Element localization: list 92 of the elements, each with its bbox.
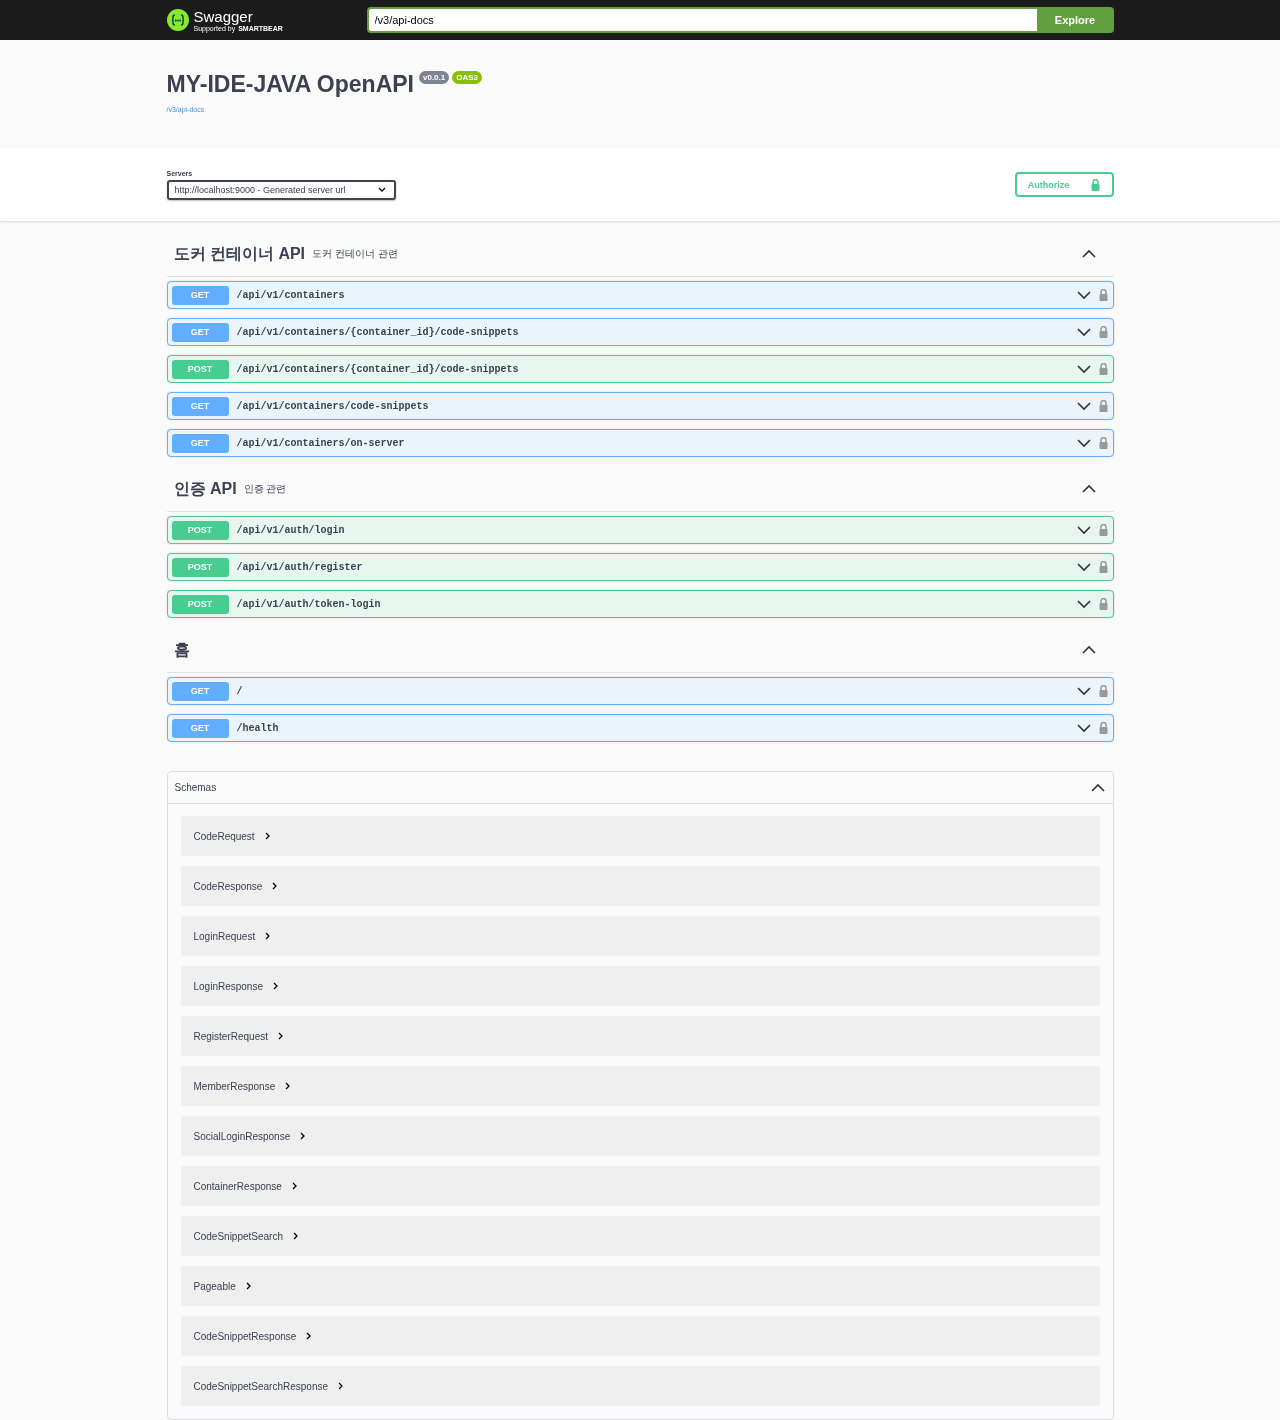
expand-icon[interactable] bbox=[1076, 525, 1091, 535]
operation-path: /api/v1/containers/on-server bbox=[236, 437, 406, 449]
collapse-icon[interactable] bbox=[1081, 249, 1096, 258]
operation-path: /api/v1/auth/login bbox=[236, 524, 346, 536]
chevron-right-icon bbox=[300, 1132, 306, 1140]
tag-title[interactable]: 도커 컨테이너 API bbox=[173, 244, 306, 263]
method-badge: GET bbox=[171, 396, 229, 416]
expand-icon[interactable] bbox=[1076, 290, 1091, 300]
schema-item[interactable]: CodeSnippetSearchResponse bbox=[180, 1366, 1100, 1406]
method-badge: POST bbox=[171, 520, 229, 540]
lock-icon[interactable] bbox=[1098, 400, 1108, 412]
api-title: MY-IDE-JAVA OpenAPI bbox=[166, 71, 414, 98]
expand-icon[interactable] bbox=[1076, 723, 1091, 733]
lock-icon[interactable] bbox=[1098, 289, 1108, 301]
expand-icon[interactable] bbox=[1076, 401, 1091, 411]
collapse-icon[interactable] bbox=[1081, 645, 1096, 654]
operation-row[interactable]: POST /api/v1/auth/login bbox=[166, 516, 1114, 544]
caret-icon bbox=[377, 187, 386, 192]
operation-path: /api/v1/auth/register bbox=[236, 561, 364, 573]
expand-icon[interactable] bbox=[1076, 364, 1091, 374]
lock-icon[interactable] bbox=[1098, 598, 1108, 610]
chevron-right-icon bbox=[245, 1282, 251, 1290]
method-badge: POST bbox=[171, 594, 229, 614]
logo-icon bbox=[166, 9, 189, 31]
schema-item[interactable]: SocialLoginResponse bbox=[180, 1116, 1100, 1156]
method-badge: GET bbox=[171, 322, 229, 342]
expand-icon[interactable] bbox=[1076, 438, 1091, 448]
lock-icon[interactable] bbox=[1098, 326, 1108, 338]
lock-icon[interactable] bbox=[1098, 561, 1108, 573]
method-badge: POST bbox=[171, 359, 229, 379]
brand-name: Swagger bbox=[193, 8, 253, 24]
operation-row[interactable]: POST /api/v1/auth/register bbox=[166, 553, 1114, 581]
operation-row[interactable]: GET /health bbox=[166, 714, 1114, 742]
expand-icon[interactable] bbox=[1076, 686, 1091, 696]
chevron-right-icon bbox=[285, 1082, 291, 1090]
operation-path: /api/v1/containers bbox=[236, 289, 346, 301]
operation-row[interactable]: POST /api/v1/auth/token-login bbox=[166, 590, 1114, 618]
expand-icon[interactable] bbox=[1076, 562, 1091, 572]
collapse-icon[interactable] bbox=[1090, 783, 1105, 792]
lock-icon[interactable] bbox=[1098, 363, 1108, 375]
tag-description: 도커 컨테이너 관련 bbox=[312, 248, 399, 259]
oas-badge: OAS3 bbox=[452, 71, 483, 84]
operation-path: /health bbox=[236, 722, 280, 734]
chevron-right-icon bbox=[306, 1332, 312, 1340]
method-badge: GET bbox=[171, 718, 229, 738]
schema-item[interactable]: RegisterRequest bbox=[180, 1016, 1100, 1056]
expand-icon[interactable] bbox=[1076, 599, 1091, 609]
collapse-icon[interactable] bbox=[1081, 484, 1096, 493]
chevron-right-icon bbox=[264, 832, 270, 840]
schema-item[interactable]: Pageable bbox=[180, 1266, 1100, 1306]
tag-title[interactable]: 인증 API bbox=[173, 479, 237, 498]
expand-icon[interactable] bbox=[1076, 327, 1091, 337]
chevron-right-icon bbox=[291, 1182, 297, 1190]
operation-path: /api/v1/containers/code-snippets bbox=[236, 400, 430, 412]
lock-icon[interactable] bbox=[1098, 524, 1108, 536]
chevron-right-icon bbox=[265, 932, 271, 940]
method-badge: GET bbox=[171, 285, 229, 305]
method-badge: GET bbox=[171, 433, 229, 453]
tag-title[interactable]: 홈 bbox=[173, 640, 190, 659]
method-badge: GET bbox=[171, 681, 229, 701]
operation-row[interactable]: GET /api/v1/containers/code-snippets bbox=[166, 392, 1114, 420]
schema-item[interactable]: CodeSnippetSearch bbox=[180, 1216, 1100, 1256]
chevron-right-icon bbox=[273, 982, 278, 990]
lock-icon[interactable] bbox=[1098, 685, 1108, 697]
schema-item[interactable]: LoginResponse bbox=[180, 966, 1100, 1006]
chevron-right-icon bbox=[278, 1032, 283, 1040]
chevron-right-icon bbox=[293, 1232, 298, 1240]
chevron-right-icon bbox=[338, 1382, 344, 1390]
operation-path: /api/v1/containers/{container_id}/code-snippets bbox=[236, 363, 520, 375]
tag-description: 인증 관련 bbox=[243, 483, 288, 494]
operation-path: /api/v1/auth/token-login bbox=[236, 598, 382, 610]
operation-path: / bbox=[236, 685, 244, 697]
operation-path: /api/v1/containers/{container_id}/code-snippets bbox=[236, 326, 520, 338]
operation-row[interactable]: POST /api/v1/containers/{container_id}/code-snippets bbox=[166, 355, 1114, 383]
chevron-right-icon bbox=[272, 882, 278, 890]
schema-item[interactable]: MemberResponse bbox=[180, 1066, 1100, 1106]
lock-icon[interactable] bbox=[1098, 437, 1108, 449]
server-select[interactable]: http://localhost:9000 - Generated server url bbox=[166, 179, 396, 200]
operation-row[interactable]: GET /api/v1/containers bbox=[166, 281, 1114, 309]
method-badge: POST bbox=[171, 557, 229, 577]
url-field[interactable]: /v3/api-docs bbox=[366, 7, 1037, 33]
version-badge: v0.0.1 bbox=[419, 71, 450, 84]
operation-row[interactable]: GET /api/v1/containers/{container_id}/code-snippets bbox=[166, 318, 1114, 346]
schema-item[interactable]: CodeResponse bbox=[180, 866, 1100, 906]
schema-item[interactable]: ContainerResponse bbox=[180, 1166, 1100, 1206]
schemas-title[interactable]: Schemas bbox=[174, 782, 217, 793]
operation-row[interactable]: GET / bbox=[166, 677, 1114, 705]
schema-item[interactable]: LoginRequest bbox=[180, 916, 1100, 956]
schema-item[interactable]: CodeSnippetResponse bbox=[180, 1316, 1100, 1356]
lock-icon[interactable] bbox=[1098, 722, 1108, 734]
schema-item[interactable]: CodeRequest bbox=[180, 816, 1100, 856]
operation-row[interactable]: GET /api/v1/containers/on-server bbox=[166, 429, 1114, 457]
